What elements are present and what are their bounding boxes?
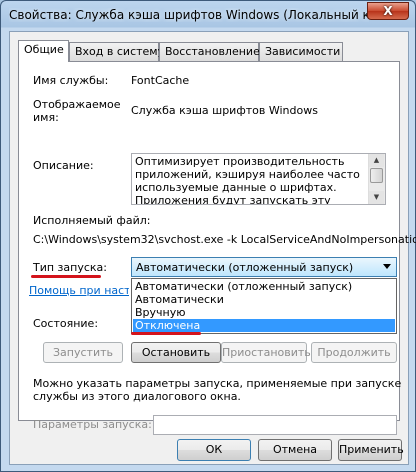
red-underline-annotation <box>31 275 101 278</box>
dialog-window: Свойства: Служба кэша шрифтов Windows (Л… <box>0 0 416 472</box>
description-text: Оптимизирует производительность приложен… <box>135 155 360 205</box>
params-input[interactable] <box>153 415 397 435</box>
display-name-label-cont: имя: <box>33 111 59 124</box>
pause-button[interactable]: Приостановить <box>221 342 311 363</box>
service-name-value: FontCache <box>131 74 190 87</box>
close-icon: X <box>383 4 393 18</box>
cancel-button[interactable]: Отмена <box>258 439 332 461</box>
description-box[interactable]: Оптимизирует производительность приложен… <box>131 153 386 205</box>
option-auto-delayed[interactable]: Автоматически (отложенный запуск) <box>133 280 395 293</box>
hint-text-2: службы из этого диалогового окна. <box>33 390 241 403</box>
option-manual[interactable]: Вручную <box>133 306 395 319</box>
scroll-thumb[interactable] <box>370 168 383 183</box>
red-underline-annotation <box>131 332 201 335</box>
general-panel: Имя службы: FontCache Отображаемое имя: … <box>18 61 416 435</box>
startup-type-select[interactable]: Автоматически (отложенный запуск) <box>131 257 397 277</box>
executable-path: C:\Windows\system32\svchost.exe -k Local… <box>33 233 416 246</box>
chevron-down-icon <box>383 264 391 269</box>
scroll-up-icon[interactable]: ▲ <box>369 154 384 167</box>
tab-dependencies[interactable]: Зависимости <box>259 42 343 61</box>
window-title: Свойства: Служба кэша шрифтов Windows (Л… <box>9 8 369 22</box>
description-label: Описание: <box>33 159 94 172</box>
executable-label: Исполняемый файл: <box>33 214 151 227</box>
description-scrollbar[interactable]: ▲ ▼ <box>368 154 385 204</box>
display-name-label: Отображаемое <box>33 98 121 111</box>
startup-type-dropdown: Автоматически (отложенный запуск) Автома… <box>131 278 397 334</box>
option-auto[interactable]: Автоматически <box>133 293 395 306</box>
dialog-body: Общие Вход в систему Восстановление Зави… <box>9 31 416 465</box>
tab-general[interactable]: Общие <box>18 40 69 62</box>
scroll-down-icon[interactable]: ▼ <box>369 191 384 204</box>
tab-recovery[interactable]: Восстановление <box>159 42 260 61</box>
close-button[interactable]: X <box>367 2 409 20</box>
help-link[interactable]: Помощь при наст <box>29 284 129 297</box>
hint-text-1: Можно указать параметры запуска, применя… <box>33 377 402 390</box>
status-label: Состояние: <box>33 317 99 330</box>
params-label: Параметры запуска: <box>33 418 152 431</box>
stop-button[interactable]: Остановить <box>131 342 221 363</box>
apply-button[interactable]: Применить <box>338 439 404 461</box>
resume-button[interactable]: Продолжить <box>311 342 397 363</box>
start-button[interactable]: Запустить <box>43 342 123 363</box>
startup-type-selected: Автоматически (отложенный запуск) <box>136 261 354 274</box>
service-name-label: Имя службы: <box>33 74 109 87</box>
tab-logon[interactable]: Вход в систему <box>69 42 164 61</box>
display-name-value: Служба кэша шрифтов Windows <box>131 104 318 117</box>
startup-type-label: Тип запуска: <box>33 261 107 274</box>
ok-button[interactable]: ОК <box>177 439 251 461</box>
option-disabled[interactable]: Отключена <box>133 319 395 332</box>
